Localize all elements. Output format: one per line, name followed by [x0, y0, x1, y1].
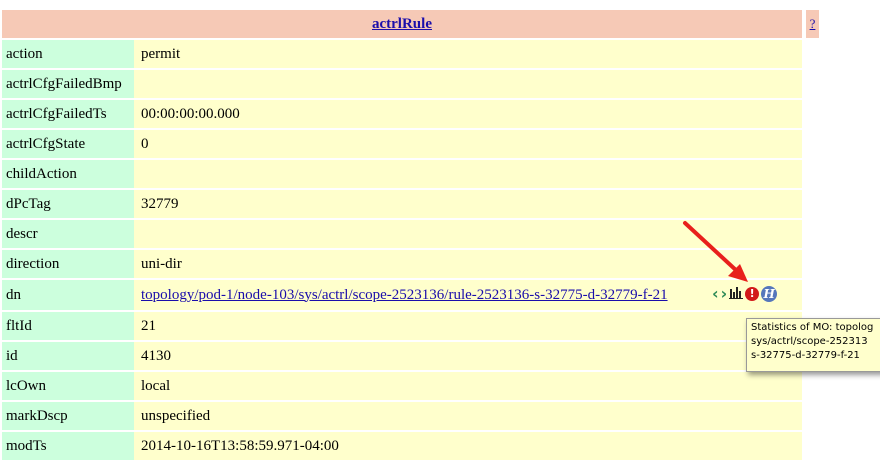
property-name: markDscp	[2, 402, 134, 430]
property-value: 2014-10-16T13:58:59.971-04:00	[134, 432, 802, 460]
table-row: lcOwn local	[2, 372, 819, 400]
property-name: direction	[2, 250, 134, 278]
table-row: actrlCfgFailedTs 00:00:00:00.000	[2, 100, 819, 128]
property-name: lcOwn	[2, 372, 134, 400]
property-name: actrlCfgFailedTs	[2, 100, 134, 128]
property-name: action	[2, 40, 134, 68]
property-value: 00:00:00:00.000	[134, 100, 802, 128]
property-name: id	[2, 342, 134, 370]
table-row: dPcTag 32779	[2, 190, 819, 218]
property-name: modTs	[2, 432, 134, 460]
property-name: dPcTag	[2, 190, 134, 218]
property-value	[134, 70, 802, 98]
table-row: modTs 2014-10-16T13:58:59.971-04:00	[2, 432, 819, 460]
table-row: fltId 21	[2, 312, 819, 340]
history-icon[interactable]: H	[761, 286, 778, 302]
header-row: actrlRule ?	[2, 10, 819, 38]
property-value: unspecified	[134, 402, 802, 430]
table-row: childAction	[2, 160, 819, 188]
fault-icon[interactable]: !	[745, 287, 760, 301]
property-name: descr	[2, 220, 134, 248]
property-name: childAction	[2, 160, 134, 188]
table-row: actrlCfgFailedBmp	[2, 70, 819, 98]
annotation-arrow	[683, 221, 748, 282]
property-value	[134, 160, 802, 188]
dn-action-icons: ‹ › ! H	[712, 286, 778, 302]
property-value: 4130	[134, 342, 802, 370]
help-cell: ?	[806, 10, 819, 38]
object-title-link[interactable]: actrlRule	[372, 16, 432, 32]
chevron-right-icon[interactable]: ›	[721, 286, 728, 302]
chevron-left-icon[interactable]: ‹	[712, 286, 719, 302]
property-name: fltId	[2, 312, 134, 340]
property-value: permit	[134, 40, 802, 68]
statistics-tooltip: Statistics of MO: topolog sys/actrl/scop…	[746, 318, 880, 372]
property-value: 32779	[134, 190, 802, 218]
property-name: dn	[2, 280, 134, 310]
property-name: actrlCfgFailedBmp	[2, 70, 134, 98]
property-value: 21	[134, 312, 802, 340]
table-row: id 4130	[2, 342, 819, 370]
table-row: action permit	[2, 40, 819, 68]
property-value: 0	[134, 130, 802, 158]
table-row: markDscp unspecified	[2, 402, 819, 430]
property-value: local	[134, 372, 802, 400]
dn-link[interactable]: topology/pod-1/node-103/sys/actrl/scope-…	[141, 287, 668, 303]
table-row: actrlCfgState 0	[2, 130, 819, 158]
help-link[interactable]: ?	[810, 16, 816, 31]
object-title: actrlRule	[2, 10, 802, 38]
property-name: actrlCfgState	[2, 130, 134, 158]
